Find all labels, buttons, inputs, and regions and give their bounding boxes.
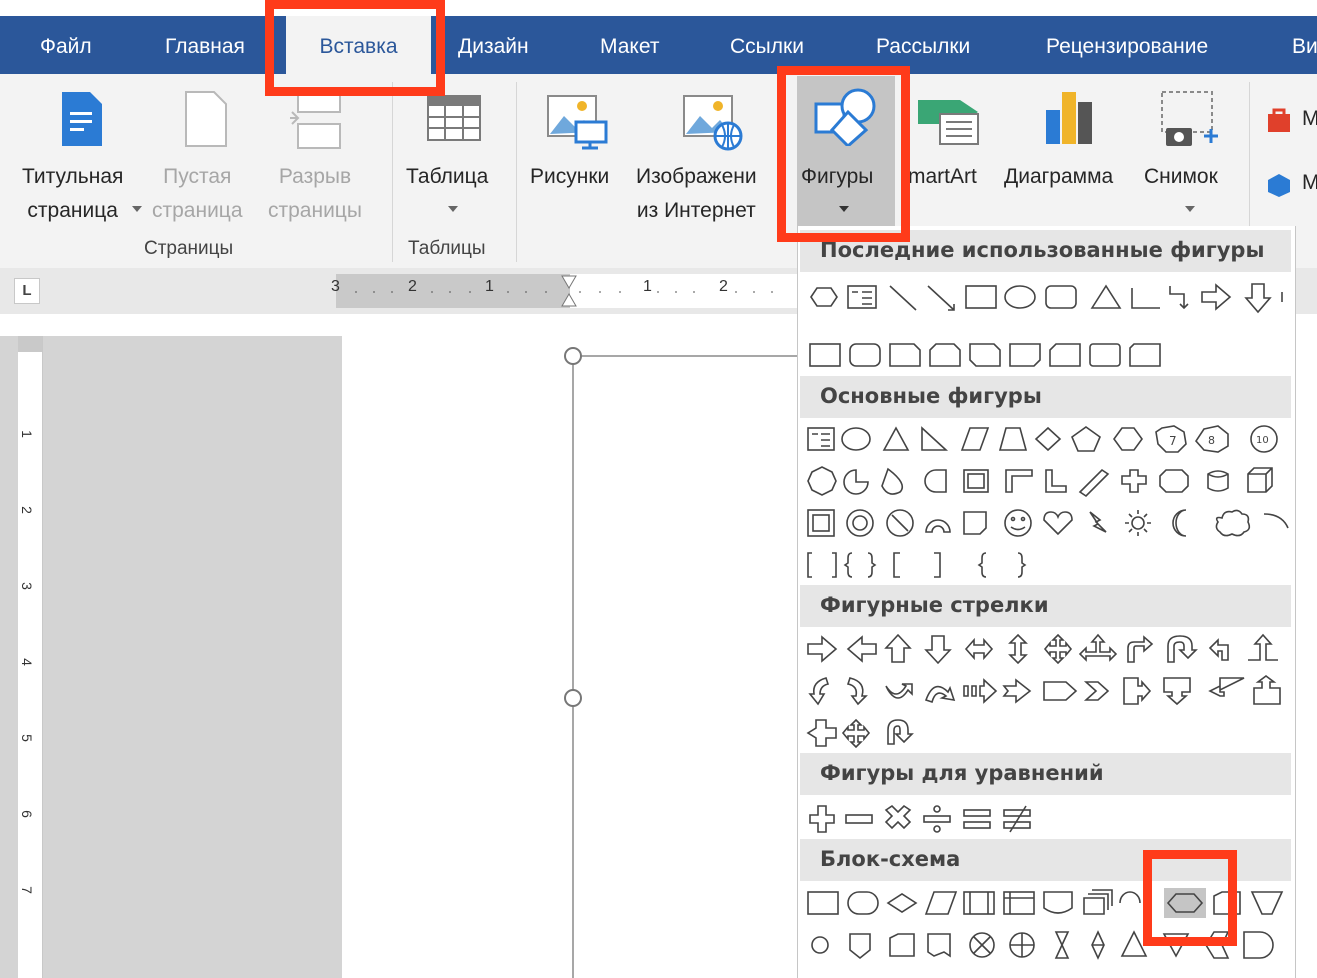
vruler-number: 4 [18, 658, 35, 666]
tab-home[interactable]: Главная [165, 16, 245, 74]
badge-number: 8 [1208, 434, 1215, 447]
group-label-pages: Страницы [144, 238, 234, 259]
vruler-number: 2 [18, 506, 35, 514]
screenshot-icon [1161, 91, 1218, 146]
ruler-number: 2 [408, 278, 417, 295]
resize-handle [564, 689, 582, 707]
blank-page-button[interactable]: Пустая страница [152, 160, 243, 228]
ruler-ticks [355, 275, 773, 307]
rectangles-row[interactable] [804, 338, 1290, 372]
section-title: Блок-схема [820, 847, 961, 871]
online-pictures-label2: из Интернет [636, 199, 756, 222]
vruler-number: 1 [18, 430, 35, 438]
cover-page-label1: Титульная [22, 165, 124, 188]
screenshot-dropdown-icon[interactable] [1185, 206, 1195, 212]
vruler-number: 5 [18, 734, 35, 742]
section-title: Фигурные стрелки [820, 593, 1049, 617]
cover-page-label2: страница [27, 199, 118, 222]
highlight-flowchart-shape [1143, 850, 1237, 946]
page-break-button[interactable]: Разрыв страницы [268, 160, 362, 228]
recent-shapes-row[interactable] [804, 280, 1290, 314]
table-icon [427, 95, 481, 141]
tab-view[interactable]: Ви [1292, 16, 1317, 74]
highlight-insert-tab [265, 0, 445, 96]
ruler-number: 3 [331, 278, 340, 295]
section-title: Основные фигуры [820, 384, 1042, 408]
basic-shapes-row-4[interactable] [804, 548, 1290, 582]
store-label[interactable]: М [1302, 102, 1317, 136]
online-pictures-icon [683, 95, 743, 151]
tab-design[interactable]: Дизайн [458, 16, 529, 74]
block-arrows-row-3[interactable] [804, 716, 1290, 750]
badge-number: 10 [1256, 435, 1269, 446]
section-block-arrows: Фигурные стрелки [800, 585, 1291, 627]
group-label-tables: Таблицы [408, 238, 486, 259]
tab-selector[interactable]: L [14, 278, 40, 304]
basic-shapes-row-1[interactable]: 7 8 10 [804, 422, 1290, 456]
tab-review[interactable]: Рецензирование [1046, 16, 1208, 74]
page-break-label1: Разрыв [278, 165, 352, 188]
pictures-icon [547, 95, 608, 150]
pictures-button[interactable]: Рисунки [530, 160, 609, 194]
badge-number: 7 [1169, 434, 1177, 448]
group-divider-2 [516, 82, 517, 262]
store-icon [1268, 108, 1290, 132]
table-button[interactable]: Таблица [406, 160, 488, 194]
resize-handle [564, 347, 582, 365]
online-pictures-button[interactable]: Изображени из Интернет [636, 160, 757, 228]
vertical-ruler-margin [18, 336, 42, 352]
highlight-shapes-button [777, 66, 910, 242]
cover-page-dropdown-icon[interactable] [132, 206, 142, 212]
ruler-number: 1 [643, 278, 652, 295]
tab-layout[interactable]: Макет [600, 16, 659, 74]
chart-button[interactable]: Диаграмма [1004, 160, 1113, 194]
table-dropdown-icon[interactable] [448, 206, 458, 212]
group-divider [392, 82, 393, 262]
basic-shapes-row-2[interactable] [804, 464, 1290, 498]
vruler-number: 3 [18, 582, 35, 590]
ribbon-tab-bar: Файл Главная Вставка Дизайн Макет Ссылки… [0, 16, 1317, 74]
section-equation: Фигуры для уравнений [800, 753, 1291, 795]
block-arrows-row-2[interactable] [804, 674, 1290, 708]
section-title: Фигуры для уравнений [820, 761, 1104, 785]
chart-icon [1046, 92, 1092, 144]
block-arrows-row-1[interactable] [804, 632, 1290, 666]
addins-icon [1268, 174, 1290, 197]
vruler-number: 6 [18, 810, 35, 818]
tab-file[interactable]: Файл [40, 16, 92, 74]
ruler-number: 2 [719, 278, 728, 295]
basic-shapes-row-3[interactable] [804, 506, 1290, 540]
blank-page-label1: Пустая [163, 165, 232, 188]
equation-shapes-row[interactable] [804, 802, 1290, 836]
smartart-button[interactable]: martArt [908, 160, 977, 194]
ruler-number: 1 [485, 278, 494, 295]
selected-shape[interactable] [342, 336, 802, 978]
blank-page-label2: страница [152, 199, 243, 222]
cover-page-button[interactable]: Титульная страница [22, 160, 123, 228]
screenshot-button[interactable]: Снимок [1144, 160, 1218, 194]
cover-page-icon [62, 92, 102, 146]
page-break-label2: страницы [268, 199, 362, 222]
page-break-icon [290, 89, 341, 149]
section-basic: Основные фигуры [800, 376, 1291, 418]
online-pictures-label1: Изображени [636, 165, 757, 188]
vruler-number: 7 [18, 886, 35, 894]
addins-label[interactable]: М [1302, 166, 1317, 200]
smartart-icon [918, 100, 979, 145]
vertical-ruler: 1 2 3 4 5 6 7 [18, 336, 43, 978]
blank-page-icon [185, 91, 227, 147]
